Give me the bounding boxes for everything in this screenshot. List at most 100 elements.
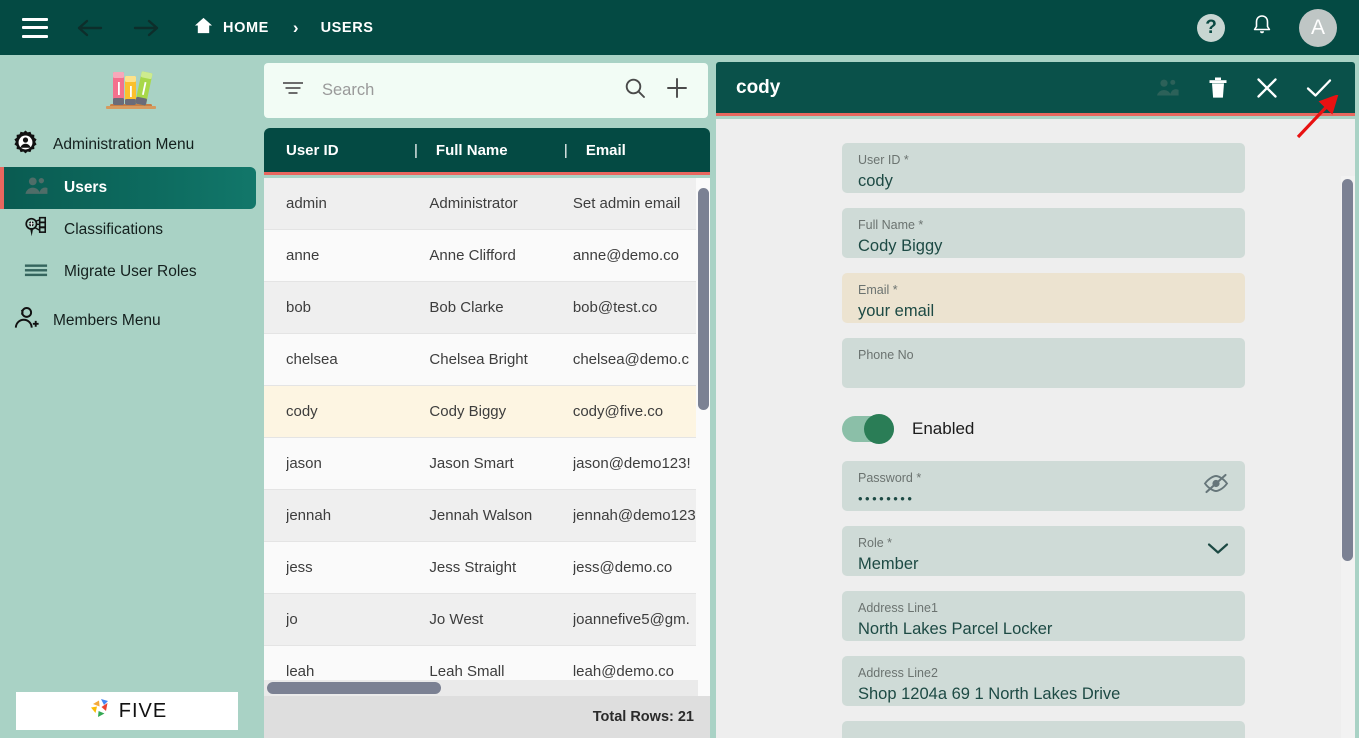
- close-icon[interactable]: [1255, 76, 1279, 100]
- enabled-toggle-row: Enabled: [842, 403, 1245, 455]
- column-header-user-id[interactable]: User ID: [286, 142, 414, 159]
- field-address-line2[interactable]: Address Line2 Shop 1204a 69 1 North Lake…: [842, 656, 1245, 706]
- detail-header: cody: [716, 62, 1355, 116]
- list-vertical-scrollbar-thumb[interactable]: [698, 188, 709, 410]
- cell-user-id: cody: [286, 403, 318, 420]
- field-password[interactable]: Password * ••••••••: [842, 461, 1245, 511]
- question-mark-icon[interactable]: ?: [1197, 13, 1225, 42]
- users-table: User ID | Full Name | Email admin Adminis…: [262, 128, 712, 738]
- table-row[interactable]: chelsea Chelsea Bright chelsea@demo.c: [264, 334, 710, 386]
- search-input[interactable]: [322, 81, 624, 100]
- field-email-value: your email: [858, 302, 935, 320]
- field-full-name-label: Full Name *: [858, 218, 924, 232]
- chevron-down-icon[interactable]: [1207, 542, 1229, 561]
- field-next-partial[interactable]: [842, 721, 1245, 738]
- confirm-icon[interactable]: [1305, 76, 1333, 100]
- five-brand-label: FIVE: [118, 699, 168, 722]
- cell-user-id: bob: [286, 299, 312, 316]
- cell-full-name: Bob Clarke: [429, 299, 504, 316]
- field-role[interactable]: Role * Member: [842, 526, 1245, 576]
- cell-email: bob@test.co: [572, 299, 658, 316]
- sidebar-item-users[interactable]: Users: [0, 167, 256, 209]
- cell-full-name: Jo West: [429, 611, 484, 628]
- field-user-id-label: User ID *: [858, 153, 909, 167]
- five-brand-logo: FIVE: [16, 692, 238, 730]
- field-address-line1-label: Address Line1: [858, 601, 938, 615]
- field-full-name[interactable]: Full Name * Cody Biggy: [842, 208, 1245, 258]
- table-body: admin Administrator Set admin email anne Ann…: [264, 178, 710, 723]
- cell-email: leah@demo.co: [572, 663, 674, 680]
- sidebar-item-users-label: Users: [64, 179, 108, 196]
- table-footer: Total Rows: 21: [264, 696, 710, 738]
- table-row[interactable]: jennah Jennah Walson jennah@demo123: [264, 490, 710, 542]
- cell-full-name: Jason Smart: [429, 455, 514, 472]
- plus-icon[interactable]: [666, 77, 688, 104]
- sidebar-members-menu-label: Members Menu: [53, 312, 161, 329]
- avatar[interactable]: A: [1299, 8, 1337, 47]
- enabled-toggle[interactable]: [842, 414, 894, 444]
- sidebar-members-menu[interactable]: Members Menu: [0, 299, 262, 343]
- column-divider-2: |: [563, 141, 568, 159]
- cell-full-name: Jennah Walson: [429, 507, 533, 524]
- filter-icon[interactable]: [282, 80, 304, 101]
- list-lines-icon: [24, 260, 48, 285]
- search-icon[interactable]: [624, 77, 646, 104]
- arrow-left-icon[interactable]: [72, 11, 106, 45]
- field-role-label: Role *: [858, 536, 893, 550]
- table-row[interactable]: jo Jo West joannefive5@gm.: [264, 594, 710, 646]
- column-header-full-name[interactable]: Full Name: [436, 142, 564, 159]
- table-row[interactable]: bob Bob Clarke bob@test.co: [264, 282, 710, 334]
- breadcrumb-home-label[interactable]: HOME: [223, 20, 269, 36]
- column-header-email[interactable]: Email: [586, 142, 626, 159]
- eye-off-icon[interactable]: [1203, 473, 1229, 500]
- user-form: User ID * cody Full Name * Cody Biggy Em…: [716, 119, 1355, 738]
- detail-scrollbar-thumb[interactable]: [1342, 179, 1353, 561]
- cell-user-id: jess: [286, 559, 313, 576]
- home-icon: [194, 16, 213, 40]
- field-phone-no[interactable]: Phone No: [842, 338, 1245, 388]
- table-row[interactable]: anne Anne Clifford anne@demo.co: [264, 230, 710, 282]
- hamburger-icon[interactable]: [22, 17, 48, 38]
- cell-user-id: chelsea: [286, 351, 338, 368]
- field-address-line2-label: Address Line2: [858, 666, 938, 680]
- field-password-value: ••••••••: [858, 491, 915, 506]
- sidebar-item-migrate-user-roles-label: Migrate User Roles: [64, 263, 197, 280]
- total-rows-label: Total Rows: 21: [592, 709, 694, 725]
- arrow-right-icon[interactable]: [130, 11, 164, 45]
- table-row[interactable]: admin Administrator Set admin email: [264, 178, 710, 230]
- detail-body: User ID * cody Full Name * Cody Biggy Em…: [716, 119, 1355, 738]
- app-root: HOME › USERS ? A Administration Menu Use…: [0, 0, 1359, 738]
- table-row[interactable]: cody Cody Biggy cody@five.co: [264, 386, 710, 438]
- add-person-icon: [12, 306, 39, 337]
- field-email[interactable]: Email * your email: [842, 273, 1245, 323]
- breadcrumb[interactable]: HOME: [194, 16, 269, 40]
- field-address-line1-value: North Lakes Parcel Locker: [858, 620, 1053, 638]
- field-address-line1[interactable]: Address Line1 North Lakes Parcel Locker: [842, 591, 1245, 641]
- field-password-label: Password *: [858, 471, 922, 485]
- bell-icon[interactable]: [1251, 13, 1273, 42]
- sidebar-item-classifications[interactable]: Classifications: [0, 209, 262, 251]
- field-user-id[interactable]: User ID * cody: [842, 143, 1245, 193]
- table-row[interactable]: jess Jess Straight jess@demo.co: [264, 542, 710, 594]
- field-email-label: Email *: [858, 283, 898, 297]
- table-row[interactable]: jason Jason Smart jason@demo123!: [264, 438, 710, 490]
- cell-email: chelsea@demo.c: [572, 351, 689, 368]
- field-phone-no-label: Phone No: [858, 348, 914, 362]
- field-full-name-value: Cody Biggy: [858, 237, 943, 255]
- sidebar-admin-menu[interactable]: Administration Menu: [0, 123, 262, 167]
- five-star-logo-icon: [87, 695, 117, 728]
- books-icon: [0, 55, 262, 117]
- sidebar-item-migrate-user-roles[interactable]: Migrate User Roles: [0, 251, 262, 293]
- cell-full-name: Cody Biggy: [429, 403, 507, 420]
- users-icon: [24, 175, 48, 202]
- top-bar: HOME › USERS ? A: [0, 0, 1359, 55]
- delete-icon[interactable]: [1207, 76, 1229, 100]
- members-icon[interactable]: [1155, 78, 1181, 98]
- cell-email: anne@demo.co: [572, 247, 679, 264]
- field-user-id-value: cody: [858, 172, 893, 190]
- users-list-panel: User ID | Full Name | Email admin Adminis…: [262, 55, 712, 738]
- sidebar-admin-menu-label: Administration Menu: [53, 136, 195, 153]
- sidebar: Administration Menu Users Classification…: [0, 55, 262, 738]
- cell-user-id: admin: [286, 195, 327, 212]
- list-horizontal-scrollbar-thumb[interactable]: [267, 682, 441, 694]
